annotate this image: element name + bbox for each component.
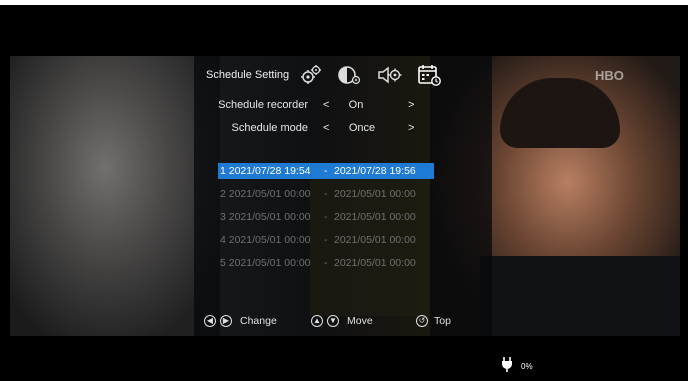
schedule-end: 2021/05/01 00:00 [334,257,416,269]
schedule-row[interactable]: 2 2021/05/01 00:00 - 2021/05/01 00:00 [218,186,434,202]
return-button-icon: ↺ [416,315,428,327]
schedule-recorder-label: Schedule recorder [218,99,308,111]
top-border [0,0,688,5]
schedule-start: 5 2021/05/01 00:00 [220,257,311,269]
up-button-icon: ▲ [311,315,323,327]
audio-settings-icon[interactable] [376,62,402,88]
right-button-icon: ▶ [220,315,232,327]
schedule-dash: - [324,188,328,200]
schedule-recorder-value[interactable]: On [326,99,386,111]
schedule-mode-label: Schedule mode [231,122,308,134]
schedule-calendar-icon[interactable] [416,62,442,88]
schedule-recorder-right-arrow[interactable]: > [408,99,414,111]
schedule-mode-value[interactable]: Once [332,122,392,134]
schedule-setting-panel: Schedule Setting Schedule recorder < On … [194,56,492,336]
schedule-dash: - [324,257,328,269]
display-settings-icon[interactable] [336,62,362,88]
schedule-dash: - [324,165,328,177]
channel-watermark: HBO [595,68,624,83]
power-plug-icon [500,356,514,377]
battery-percentage: 0% [521,362,533,371]
panel-title: Schedule Setting [206,69,290,81]
down-button-icon: ▼ [327,315,339,327]
schedule-row[interactable]: 4 2021/05/01 00:00 - 2021/05/01 00:00 [218,232,434,248]
schedule-dash: - [324,211,328,223]
schedule-end: 2021/07/28 19:56 [334,165,416,177]
video-scene-left-figure [10,56,220,336]
top-hint: Top [434,315,451,327]
schedule-row[interactable]: 5 2021/05/01 00:00 - 2021/05/01 00:00 [218,255,434,271]
move-hint: Move [347,315,373,327]
schedule-end: 2021/05/01 00:00 [334,188,416,200]
schedule-dash: - [324,234,328,246]
schedule-row[interactable]: 3 2021/05/01 00:00 - 2021/05/01 00:00 [218,209,434,225]
left-button-icon: ◀ [204,315,216,327]
schedule-start: 3 2021/05/01 00:00 [220,211,311,223]
schedule-mode-left-arrow[interactable]: < [323,122,329,134]
video-scene-jacket [480,256,680,336]
schedule-start: 4 2021/05/01 00:00 [220,234,311,246]
schedule-end: 2021/05/01 00:00 [334,211,416,223]
schedule-mode-right-arrow[interactable]: > [408,122,414,134]
gears-icon[interactable] [298,62,324,88]
schedule-start: 1 2021/07/28 19:54 [220,165,311,177]
schedule-row[interactable]: 1 2021/07/28 19:54 - 2021/07/28 19:56 [218,163,434,179]
schedule-start: 2 2021/05/01 00:00 [220,188,311,200]
change-hint: Change [240,315,277,327]
schedule-end: 2021/05/01 00:00 [334,234,416,246]
